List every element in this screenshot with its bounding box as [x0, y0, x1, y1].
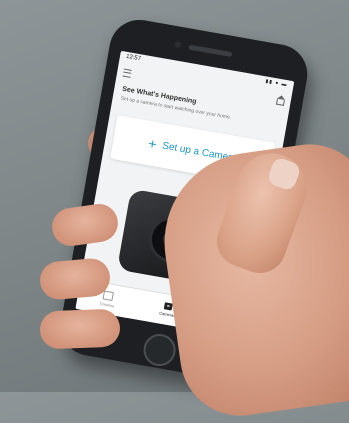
- home-icon[interactable]: [276, 98, 285, 106]
- front-camera-icon: [174, 41, 182, 49]
- home-button[interactable]: [141, 331, 179, 369]
- status-time: 12:57: [125, 53, 142, 63]
- earpiece: [188, 44, 233, 58]
- hand-finger: [39, 308, 121, 350]
- plus-icon: +: [147, 135, 158, 153]
- photo-scene: 12:57 ▮▮ ● ▬ See What's Happening Set up…: [0, 0, 349, 423]
- timeline-icon: [102, 290, 115, 302]
- tab-label: Timeline: [99, 300, 115, 309]
- menu-icon[interactable]: [122, 68, 132, 78]
